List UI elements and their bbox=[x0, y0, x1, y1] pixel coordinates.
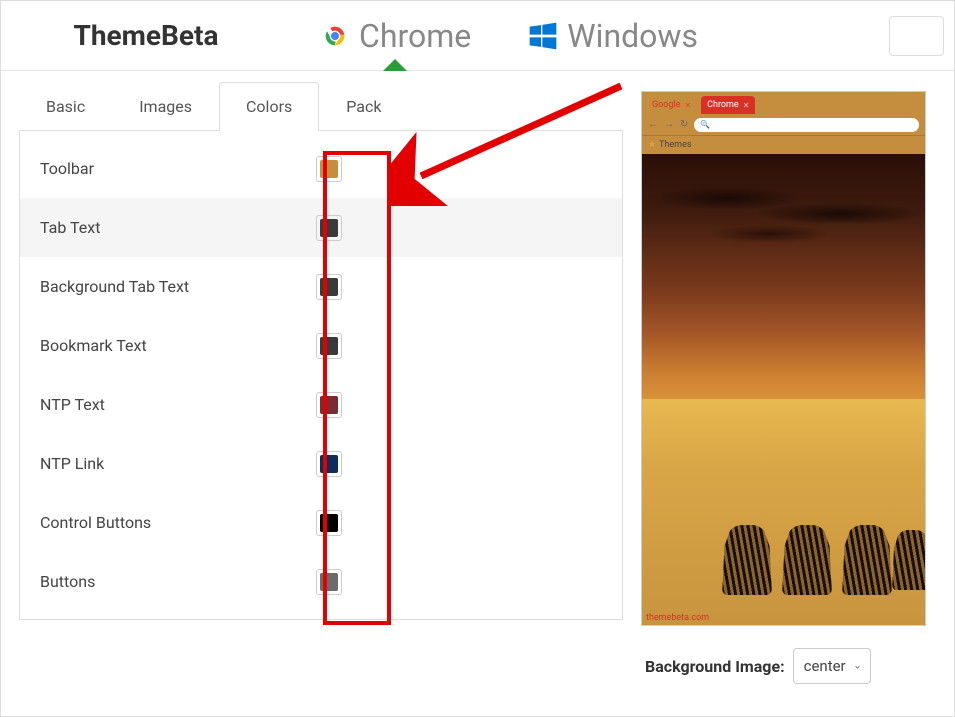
close-icon: ✕ bbox=[743, 101, 750, 110]
color-label: Toolbar bbox=[40, 159, 316, 178]
color-swatch-fill bbox=[320, 396, 338, 414]
bg-option-row: Background Image: center ⌄ bbox=[641, 648, 929, 684]
bg-select[interactable]: center ⌄ bbox=[793, 648, 871, 684]
color-row: Buttons bbox=[20, 552, 622, 611]
preview-window: Google ✕ Chrome ✕ ← → ↻ 🔍 ★ Themes bbox=[641, 91, 926, 626]
bg-option-label: Background Image: bbox=[645, 657, 785, 676]
reload-icon: ↻ bbox=[680, 119, 688, 130]
preview-body: themebeta.com bbox=[642, 154, 925, 625]
color-label: Tab Text bbox=[40, 218, 316, 237]
color-row: NTP Text bbox=[20, 375, 622, 434]
forward-icon: → bbox=[664, 119, 674, 130]
zebra-icon bbox=[722, 525, 772, 595]
chrome-icon bbox=[319, 20, 351, 52]
preview-savanna bbox=[642, 399, 925, 625]
color-swatch-fill bbox=[320, 455, 338, 473]
color-label: Background Tab Text bbox=[40, 277, 316, 296]
color-swatch[interactable] bbox=[316, 569, 342, 595]
active-indicator bbox=[383, 59, 407, 71]
back-icon: ← bbox=[648, 119, 658, 130]
nav-items: Chrome Windows bbox=[291, 1, 726, 70]
color-swatch-fill bbox=[320, 514, 338, 532]
color-label: Buttons bbox=[40, 572, 316, 591]
main: Basic Images Colors Pack Toolbar Tab Text… bbox=[1, 71, 954, 684]
color-swatch[interactable] bbox=[316, 333, 342, 359]
zebra-icon bbox=[842, 525, 892, 595]
color-swatch[interactable] bbox=[316, 451, 342, 477]
bookmarks-label: Themes bbox=[659, 140, 691, 150]
tabs: Basic Images Colors Pack bbox=[19, 81, 623, 131]
color-row: Toolbar bbox=[20, 139, 622, 198]
preview-tab-active: Chrome ✕ bbox=[701, 96, 755, 114]
color-swatch-fill bbox=[320, 278, 338, 296]
windows-icon bbox=[527, 20, 559, 52]
color-swatch[interactable] bbox=[316, 156, 342, 182]
color-swatch-fill bbox=[320, 573, 338, 591]
chevron-down-icon: ⌄ bbox=[853, 661, 861, 672]
color-swatch-fill bbox=[320, 160, 338, 178]
preview-sky bbox=[642, 154, 925, 427]
color-swatch[interactable] bbox=[316, 392, 342, 418]
star-icon: ★ bbox=[648, 140, 656, 150]
preview-toolbar: ← → ↻ 🔍 bbox=[642, 114, 925, 136]
search-icon: 🔍 bbox=[700, 120, 710, 129]
color-swatch[interactable] bbox=[316, 274, 342, 300]
color-swatch[interactable] bbox=[316, 215, 342, 241]
tab-colors[interactable]: Colors bbox=[219, 82, 319, 131]
header-right bbox=[889, 16, 954, 56]
close-icon: ✕ bbox=[684, 101, 691, 110]
bg-select-value: center bbox=[804, 657, 846, 675]
logo-text: ThemeBeta bbox=[74, 19, 219, 52]
zebra-icon bbox=[782, 525, 832, 595]
color-row: Tab Text bbox=[20, 198, 622, 257]
preview-tab-inactive: Google ✕ bbox=[646, 96, 697, 114]
preview-bookmarks: ★ Themes bbox=[642, 136, 925, 154]
header-button[interactable] bbox=[889, 16, 944, 56]
color-list: Toolbar Tab Text Background Tab Text Bookma… bbox=[19, 131, 623, 620]
color-row: NTP Link bbox=[20, 434, 622, 493]
preview-tab-active-label: Chrome bbox=[707, 100, 739, 110]
color-label: NTP Link bbox=[40, 454, 316, 473]
header: ThemeBeta Chrome Windows bbox=[1, 1, 954, 71]
right-panel: Google ✕ Chrome ✕ ← → ↻ 🔍 ★ Themes bbox=[641, 81, 941, 684]
tab-basic[interactable]: Basic bbox=[19, 82, 112, 131]
nav-chrome-label: Chrome bbox=[359, 17, 471, 55]
color-swatch-fill bbox=[320, 337, 338, 355]
color-row: Background Tab Text bbox=[20, 257, 622, 316]
watermark: themebeta.com bbox=[646, 613, 709, 623]
preview-tab-inactive-label: Google bbox=[652, 100, 680, 110]
color-row: Control Buttons bbox=[20, 493, 622, 552]
color-label: NTP Text bbox=[40, 395, 316, 414]
left-panel: Basic Images Colors Pack Toolbar Tab Text… bbox=[1, 81, 641, 684]
tab-images[interactable]: Images bbox=[112, 82, 219, 131]
url-bar: 🔍 bbox=[694, 118, 919, 132]
nav-windows[interactable]: Windows bbox=[499, 1, 726, 70]
logo-area: ThemeBeta bbox=[1, 1, 291, 70]
nav-windows-label: Windows bbox=[567, 17, 698, 55]
zebra-icon bbox=[892, 530, 925, 590]
color-label: Bookmark Text bbox=[40, 336, 316, 355]
nav-chrome[interactable]: Chrome bbox=[291, 1, 499, 70]
color-label: Control Buttons bbox=[40, 513, 316, 532]
color-swatch[interactable] bbox=[316, 510, 342, 536]
preview-tabbar: Google ✕ Chrome ✕ bbox=[642, 92, 925, 114]
color-swatch-fill bbox=[320, 219, 338, 237]
color-row: Bookmark Text bbox=[20, 316, 622, 375]
preview-clouds bbox=[642, 182, 925, 262]
tab-pack[interactable]: Pack bbox=[319, 82, 408, 131]
